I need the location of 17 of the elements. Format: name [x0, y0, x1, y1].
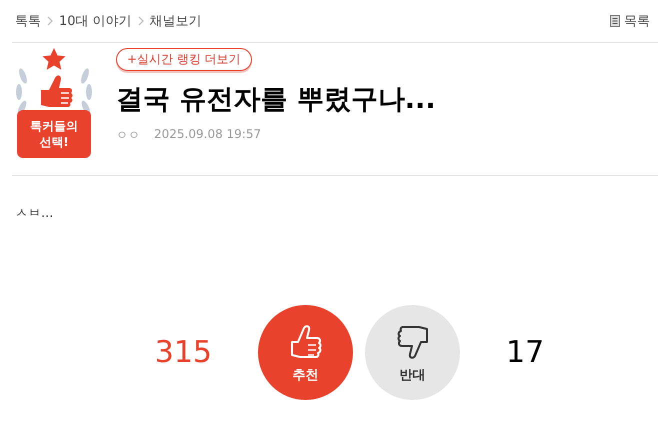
chevron-icon: [138, 16, 144, 26]
vote-count: 17: [506, 335, 546, 370]
badge-label: 톡커들의 선택!: [17, 110, 91, 158]
oppose-button[interactable]: 반대: [365, 305, 460, 400]
post-body: ㅅㅂ...: [15, 205, 54, 222]
chevron-icon: [47, 16, 53, 26]
recommend-button[interactable]: 추천: [258, 305, 353, 400]
ranking-link[interactable]: +실시간 랭킹 더보기: [116, 48, 252, 71]
list-link[interactable]: 목록: [610, 12, 650, 30]
breadcrumb-link[interactable]: 10대 이야기: [59, 12, 132, 30]
author-name: ㅇㅇ: [116, 127, 140, 144]
post-title: 결국 유전자를 뿌렸구나...: [116, 83, 436, 117]
vote-count: 315: [154, 335, 212, 370]
post-date: 2025.09.08 19:57: [154, 127, 262, 143]
breadcrumb-link[interactable]: 채널보기: [150, 12, 202, 30]
breadcrumb-link[interactable]: 톡톡: [15, 12, 41, 30]
list-icon: [610, 15, 620, 27]
